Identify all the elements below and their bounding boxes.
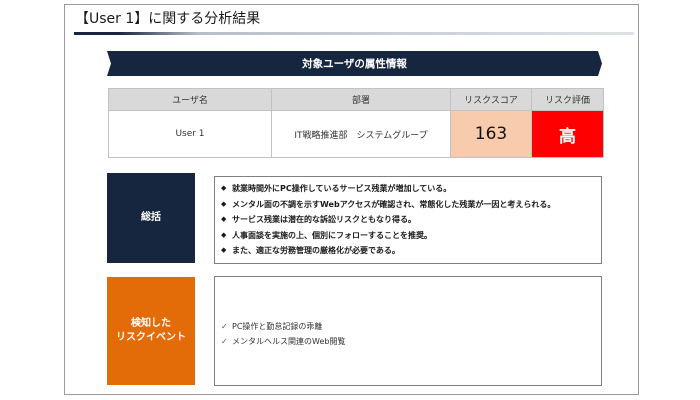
diamond-bullet-icon: ◆ bbox=[221, 246, 227, 254]
summary-item-text: サービス残業は潜在的な訴訟リスクともなり得る。 bbox=[232, 215, 416, 224]
cell-risk-score: 163 bbox=[450, 110, 532, 158]
title-underline bbox=[74, 32, 634, 35]
summary-box: ◆ 就業時間外にPC操作しているサービス残業が増加している。 ◆ メンタル面の不… bbox=[214, 176, 602, 264]
summary-item-text: 人事面談を実施の上、個別にフォローすることを推奨。 bbox=[232, 230, 432, 240]
risk-event-text: メンタルヘルス関連のWeb閲覧 bbox=[232, 337, 346, 346]
list-item: ◆ 就業時間外にPC操作しているサービス残業が増加している。 bbox=[221, 181, 601, 197]
diamond-bullet-icon: ◆ bbox=[221, 215, 227, 223]
summary-label: 総括 bbox=[107, 173, 195, 263]
checkmark-icon: ✓ bbox=[221, 337, 228, 346]
summary-item-text: また、適正な労務管理の厳格化が必要である。 bbox=[232, 246, 400, 255]
list-item: ◆ 人事面談を実施の上、個別にフォローすることを推奨。 bbox=[221, 228, 601, 244]
summary-item-text: 就業時間外にPC操作しているサービス残業が増加している。 bbox=[232, 184, 452, 193]
risk-event-text: PC操作と勤怠記録の乖離 bbox=[232, 322, 323, 331]
table-header-row: ユーザ名 部署 リスクスコア リスク評価 bbox=[108, 88, 604, 111]
attributes-banner: 対象ユーザの属性情報 bbox=[107, 51, 602, 76]
user-attributes-table: ユーザ名 部署 リスクスコア リスク評価 User 1 IT戦略推進部 システム… bbox=[108, 88, 604, 158]
diamond-bullet-icon: ◆ bbox=[221, 184, 227, 192]
diamond-bullet-icon: ◆ bbox=[221, 199, 227, 208]
list-item: ✓ メンタルヘルス関連のWeb閲覧 bbox=[221, 334, 601, 349]
risk-events-label: 検知した リスクイベント bbox=[107, 277, 195, 385]
list-item: ◆ サービス残業は潜在的な訴訟リスクともなり得る。 bbox=[221, 212, 601, 228]
checkmark-icon: ✓ bbox=[221, 322, 228, 331]
diamond-bullet-icon: ◆ bbox=[221, 230, 227, 239]
cell-user-name: User 1 bbox=[108, 110, 272, 158]
list-item: ◆ また、適正な労務管理の厳格化が必要である。 bbox=[221, 243, 601, 259]
list-item: ◆ メンタル面の不調を示すWebアクセスが確認され、常態化した残業が一因と考えら… bbox=[221, 197, 601, 213]
header-department: 部署 bbox=[271, 88, 451, 111]
header-user-name: ユーザ名 bbox=[108, 88, 272, 111]
summary-item-text: メンタル面の不調を示すWebアクセスが確認され、常態化した残業が一因と考えられる… bbox=[232, 199, 556, 209]
list-item: ✓ PC操作と勤怠記録の乖離 bbox=[221, 319, 601, 334]
cell-department: IT戦略推進部 システムグループ bbox=[271, 110, 451, 158]
table-row: User 1 IT戦略推進部 システムグループ 163 高 bbox=[108, 110, 604, 158]
risk-events-label-line1: 検知した bbox=[131, 318, 171, 329]
header-risk-score: リスクスコア bbox=[450, 88, 532, 111]
cell-risk-level: 高 bbox=[531, 110, 604, 158]
header-risk-level: リスク評価 bbox=[531, 88, 604, 111]
page-title: 【User 1】に関する分析結果 bbox=[75, 11, 261, 27]
risk-events-box: ✓ PC操作と勤怠記録の乖離 ✓ メンタルヘルス関連のWeb閲覧 bbox=[214, 276, 602, 386]
risk-events-label-line2: リスクイベント bbox=[116, 332, 186, 343]
